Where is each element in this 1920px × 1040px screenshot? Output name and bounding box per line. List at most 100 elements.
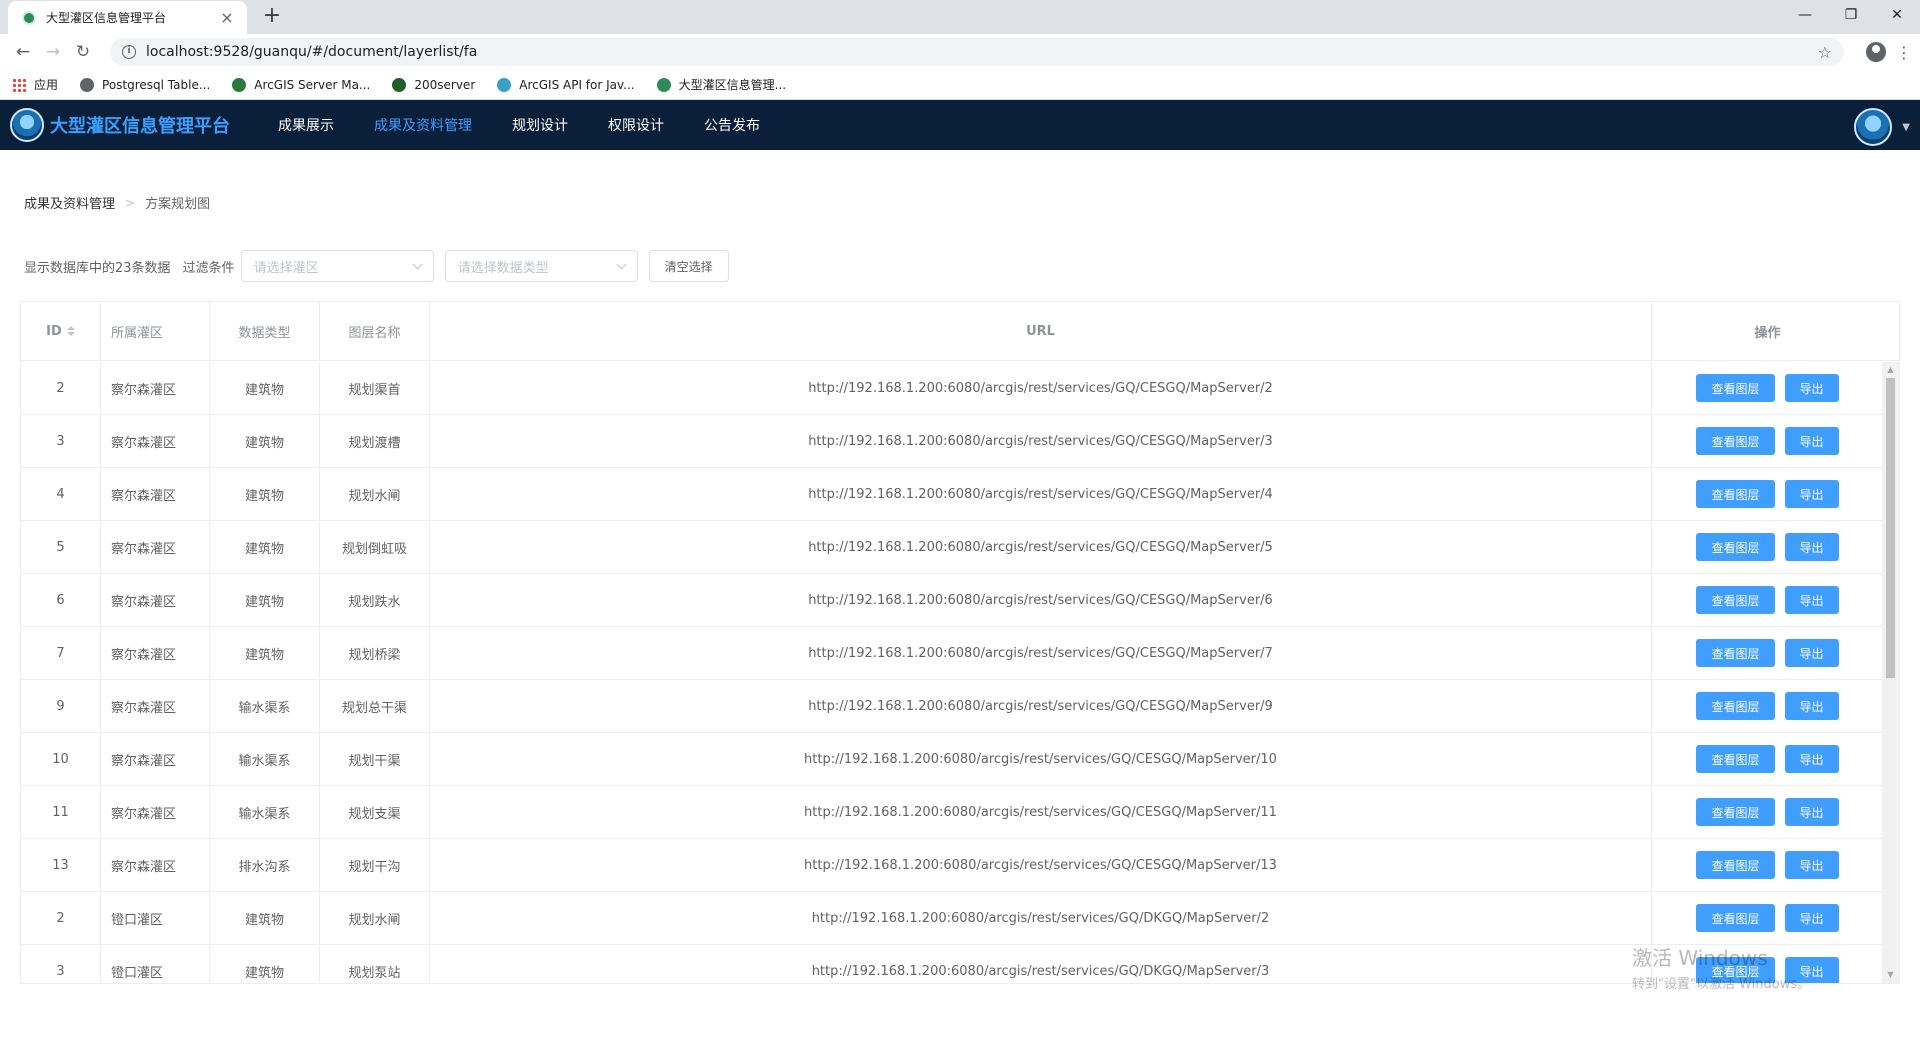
view-layer-button[interactable]: 查看图层: [1696, 692, 1775, 720]
arcgis-globe-icon: [392, 77, 407, 92]
cell-operations: 查看图层 导出: [1652, 892, 1883, 944]
export-button[interactable]: 导出: [1784, 533, 1839, 561]
view-layer-button[interactable]: 查看图层: [1696, 904, 1775, 932]
address-bar[interactable]: i localhost:9528/guanqu/#/document/layer…: [110, 38, 1844, 66]
cell-url: http://192.168.1.200:6080/arcgis/rest/se…: [430, 574, 1652, 626]
nav-item-documents[interactable]: 成果及资料管理: [374, 115, 472, 135]
bookmark-apps[interactable]: 应用: [12, 76, 58, 93]
new-tab-button[interactable]: +: [258, 3, 286, 28]
view-layer-button[interactable]: 查看图层: [1696, 427, 1775, 455]
profile-icon[interactable]: [1866, 42, 1886, 62]
cell-type: 输水渠系: [210, 680, 320, 732]
nav-item-results[interactable]: 成果展示: [278, 115, 334, 135]
bookmark-label: Postgresql Table...: [102, 77, 211, 92]
scroll-down-icon[interactable]: ▼: [1882, 967, 1899, 983]
cell-name: 规划渡槽: [320, 415, 430, 467]
forward-arrow-icon[interactable]: →: [40, 42, 66, 62]
area-select[interactable]: 请选择灌区: [240, 250, 434, 282]
minimize-icon[interactable]: —: [1782, 0, 1828, 30]
nav-item-planning[interactable]: 规划设计: [512, 115, 568, 135]
clear-selection-button[interactable]: 清空选择: [648, 250, 729, 282]
breadcrumb-item-current: 方案规划图: [145, 197, 211, 212]
table-body: 2 察尔森灌区 建筑物 规划渠首 http://192.168.1.200:60…: [21, 362, 1883, 983]
view-layer-button[interactable]: 查看图层: [1696, 745, 1775, 773]
table-row: 13 察尔森灌区 排水沟系 规划干沟 http://192.168.1.200:…: [21, 839, 1883, 892]
cell-type: 建筑物: [210, 892, 320, 944]
view-layer-button[interactable]: 查看图层: [1696, 533, 1775, 561]
breadcrumb-item-documents[interactable]: 成果及资料管理: [24, 193, 115, 212]
address-url[interactable]: localhost:9528/guanqu/#/document/layerli…: [146, 44, 1818, 60]
user-avatar[interactable]: [1854, 108, 1892, 146]
browser-menu-icon[interactable]: ⋮: [1896, 43, 1912, 62]
table-scrollbar[interactable]: ▲ ▼: [1882, 362, 1899, 983]
bookmark-platform[interactable]: 大型灌区信息管理...: [656, 76, 786, 93]
cell-operations: 查看图层 导出: [1652, 680, 1883, 732]
tab-close-icon[interactable]: ×: [217, 8, 237, 27]
export-button[interactable]: 导出: [1784, 851, 1839, 879]
sort-icon[interactable]: [66, 326, 75, 336]
scrollbar-thumb[interactable]: [1886, 378, 1895, 678]
view-layer-button[interactable]: 查看图层: [1696, 586, 1775, 614]
table-row: 4 察尔森灌区 建筑物 规划水闸 http://192.168.1.200:60…: [21, 468, 1883, 521]
bookmark-star-icon[interactable]: ☆: [1818, 43, 1832, 62]
view-layer-button[interactable]: 查看图层: [1696, 374, 1775, 402]
export-button[interactable]: 导出: [1784, 745, 1839, 773]
globe-icon: [80, 77, 95, 92]
bookmark-label: 200server: [414, 77, 476, 92]
reload-icon[interactable]: ↻: [70, 42, 96, 62]
view-layer-button[interactable]: 查看图层: [1696, 798, 1775, 826]
export-button[interactable]: 导出: [1784, 480, 1839, 508]
table-row: 10 察尔森灌区 输水渠系 规划干渠 http://192.168.1.200:…: [21, 733, 1883, 786]
cell-url: http://192.168.1.200:6080/arcgis/rest/se…: [430, 786, 1652, 838]
bookmark-postgresql[interactable]: Postgresql Table...: [80, 77, 211, 92]
nav-item-announcements[interactable]: 公告发布: [704, 115, 760, 135]
cell-url: http://192.168.1.200:6080/arcgis/rest/se…: [430, 415, 1652, 467]
cell-name: 规划泵站: [320, 945, 430, 983]
cell-type: 建筑物: [210, 415, 320, 467]
nav-item-permissions[interactable]: 权限设计: [608, 115, 664, 135]
cell-type: 输水渠系: [210, 786, 320, 838]
cell-url: http://192.168.1.200:6080/arcgis/rest/se…: [430, 839, 1652, 891]
cell-name: 规划支渠: [320, 786, 430, 838]
view-layer-button[interactable]: 查看图层: [1696, 480, 1775, 508]
bookmark-arcgis-server[interactable]: ArcGIS Server Ma...: [232, 77, 370, 92]
chevron-down-icon: [412, 259, 423, 269]
data-type-select[interactable]: 请选择数据类型: [444, 250, 638, 282]
cell-name: 规划桥梁: [320, 627, 430, 679]
cell-area: 察尔森灌区: [101, 680, 210, 732]
window-close-icon[interactable]: ✕: [1874, 0, 1920, 30]
restore-icon[interactable]: ❐: [1828, 0, 1874, 30]
export-button[interactable]: 导出: [1784, 692, 1839, 720]
export-button[interactable]: 导出: [1784, 904, 1839, 932]
scroll-up-icon[interactable]: ▲: [1882, 362, 1899, 378]
cell-type: 建筑物: [210, 468, 320, 520]
caret-down-icon[interactable]: ▼: [1902, 122, 1910, 133]
cell-area: 镫口灌区: [101, 945, 210, 983]
info-icon[interactable]: i: [122, 45, 136, 59]
back-arrow-icon[interactable]: ←: [10, 42, 36, 62]
bookmark-200server[interactable]: 200server: [392, 77, 476, 92]
site-favicon-icon: [22, 10, 36, 25]
cell-area: 察尔森灌区: [101, 521, 210, 573]
cell-operations: 查看图层 导出: [1652, 362, 1883, 414]
cell-area: 察尔森灌区: [101, 362, 210, 414]
layer-table: ID 所属灌区 数据类型 图层名称 URL 操作 2 察尔森灌区 建筑物 规划渠…: [20, 301, 1900, 984]
app-header: 大型灌区信息管理平台 成果展示 成果及资料管理 规划设计 权限设计 公告发布 ▼: [0, 100, 1920, 150]
cell-id: 9: [21, 680, 101, 732]
cell-operations: 查看图层 导出: [1652, 521, 1883, 573]
table-row: 3 察尔森灌区 建筑物 规划渡槽 http://192.168.1.200:60…: [21, 415, 1883, 468]
export-button[interactable]: 导出: [1784, 798, 1839, 826]
cell-area: 察尔森灌区: [101, 786, 210, 838]
cell-id: 3: [21, 415, 101, 467]
export-button[interactable]: 导出: [1784, 374, 1839, 402]
bookmark-arcgis-api[interactable]: ArcGIS API for Jav...: [497, 77, 635, 92]
view-layer-button[interactable]: 查看图层: [1696, 851, 1775, 879]
view-layer-button[interactable]: 查看图层: [1696, 639, 1775, 667]
export-button[interactable]: 导出: [1784, 586, 1839, 614]
browser-tab[interactable]: 大型灌区信息管理平台 ×: [8, 1, 247, 34]
chevron-down-icon: [616, 259, 627, 269]
column-header-id[interactable]: ID: [21, 302, 101, 360]
export-button[interactable]: 导出: [1784, 639, 1839, 667]
export-button[interactable]: 导出: [1784, 427, 1839, 455]
table-row: 5 察尔森灌区 建筑物 规划倒虹吸 http://192.168.1.200:6…: [21, 521, 1883, 574]
